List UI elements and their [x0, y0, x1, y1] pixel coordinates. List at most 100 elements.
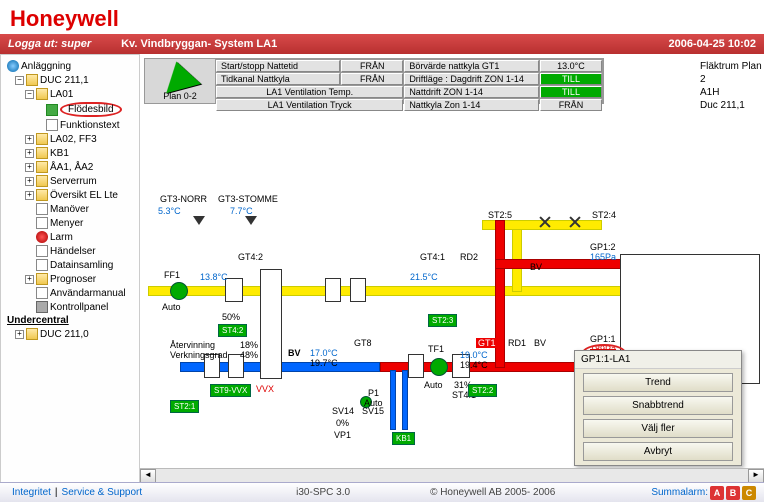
- folder-icon: [26, 328, 38, 340]
- val-gt8-2: 19.7°C: [310, 358, 338, 368]
- pipe-cool: [390, 370, 396, 430]
- logout-link[interactable]: Logga ut: super: [8, 38, 91, 50]
- hdr-cell[interactable]: Börvärde nattkyla GT1: [404, 60, 539, 72]
- tree-menyer[interactable]: Menyer: [50, 218, 83, 229]
- gear-icon: [36, 301, 48, 313]
- hdr-val: 13.0°C: [540, 60, 602, 72]
- version-text: i30-SPC 3.0: [296, 487, 350, 498]
- lbl-rd2: RD2: [460, 252, 478, 262]
- folder-icon: [36, 147, 48, 159]
- scroll-right-icon[interactable]: ►: [748, 469, 764, 483]
- hdr-cell[interactable]: Driftläge : Dagdrift ZON 1-14: [404, 73, 539, 85]
- hdr-cell[interactable]: Nattdrift ZON 1-14: [404, 86, 539, 98]
- tree-kb1[interactable]: KB1: [50, 148, 69, 159]
- tree-la01[interactable]: LA01: [50, 89, 73, 100]
- tree-datainsamling[interactable]: Datainsamling: [50, 260, 113, 271]
- datetime: 2006-04-25 10:02: [669, 38, 756, 50]
- service-link[interactable]: Service & Support: [62, 487, 143, 498]
- val-gt3norr: 5.3°C: [158, 206, 181, 216]
- lbl-auto: Auto: [162, 302, 181, 312]
- lbl-bv3: BV: [530, 262, 542, 272]
- tree-root[interactable]: Anläggning: [21, 61, 71, 72]
- snabbtrend-button[interactable]: Snabbtrend: [583, 396, 732, 415]
- alarm-badge-c[interactable]: C: [742, 486, 756, 500]
- tree-larm[interactable]: Larm: [50, 232, 73, 243]
- lbl-gt1: GT1: [476, 338, 498, 348]
- hdr-val: FRÅN: [341, 60, 403, 72]
- tree-manual[interactable]: Användarmanual: [50, 288, 126, 299]
- val-pct48: 48%: [240, 350, 258, 360]
- damper[interactable]: [350, 278, 366, 302]
- trend-button[interactable]: Trend: [583, 373, 732, 392]
- expand-icon[interactable]: +: [25, 275, 34, 284]
- expand-icon[interactable]: +: [25, 163, 34, 172]
- diagram-canvas: Plan 0-2 Start/stopp NattetidFRÅNBörvärd…: [140, 54, 764, 484]
- valve-icon[interactable]: [568, 214, 582, 228]
- collapse-icon[interactable]: −: [25, 90, 34, 99]
- collapse-icon[interactable]: −: [15, 76, 24, 85]
- flow-icon: [46, 104, 58, 116]
- fan-tf1[interactable]: [430, 358, 448, 376]
- context-menu: GP1:1-LA1 Trend Snabbtrend Välj fler Avb…: [574, 350, 742, 466]
- avbryt-button[interactable]: Avbryt: [583, 442, 732, 461]
- folder-icon: [36, 133, 48, 145]
- nav-tree[interactable]: Anläggning −DUC 211,1 −LA01 Flödesbild F…: [0, 54, 140, 484]
- lbl-gt8: GT8: [354, 338, 372, 348]
- damper[interactable]: [408, 354, 424, 378]
- tree-kontroll[interactable]: Kontrollpanel: [50, 302, 108, 313]
- hdr-val: TILL: [540, 86, 602, 98]
- fan-ff1[interactable]: [170, 282, 188, 300]
- hdr-cell[interactable]: Tidkanal Nattkyla: [216, 73, 340, 85]
- tree-flodesbild[interactable]: Flödesbild: [60, 102, 122, 117]
- lbl-gp11: GP1:1: [590, 334, 616, 344]
- hdr-cell[interactable]: LA1 Ventilation Tryck: [216, 99, 403, 111]
- expand-icon[interactable]: +: [25, 177, 34, 186]
- alarm-badge-a[interactable]: A: [710, 486, 724, 500]
- tree-prognoser[interactable]: Prognoser: [50, 274, 96, 285]
- lbl-gt42: GT4:2: [238, 252, 263, 262]
- val-gt42: 13.8°C: [200, 272, 228, 282]
- expand-icon[interactable]: +: [15, 330, 24, 339]
- expand-icon[interactable]: +: [25, 191, 34, 200]
- info-text: Fläktrum Plan 2A1HDuc 211,1: [700, 60, 764, 112]
- lbl-verkn: Verkningsgrad: [170, 350, 228, 360]
- lbl-sv14: SV14: [332, 406, 354, 416]
- page-icon: [36, 203, 48, 215]
- tree-manover[interactable]: Manöver: [50, 204, 89, 215]
- lbl-aterv: Återvinning: [170, 340, 215, 350]
- expand-icon[interactable]: +: [25, 149, 34, 158]
- alarm-badge-b[interactable]: B: [726, 486, 740, 500]
- heat-exchanger[interactable]: [260, 269, 282, 379]
- hdr-cell[interactable]: Start/stopp Nattetid: [216, 60, 340, 72]
- tree-oversikt[interactable]: Översikt EL Lte: [50, 190, 118, 201]
- tree-funktionstext[interactable]: Funktionstext: [60, 120, 119, 131]
- tree-handelser[interactable]: Händelser: [50, 246, 96, 257]
- lbl-gt41: GT4:1: [420, 252, 445, 262]
- tree-aa[interactable]: ÅA1, ÅA2: [50, 162, 93, 173]
- val-pct50: 50%: [222, 312, 240, 322]
- val-gt1-2: 19.4°C: [460, 360, 488, 370]
- lbl-tf1: TF1: [428, 344, 444, 354]
- tree-duc2[interactable]: DUC 211,0: [40, 329, 89, 340]
- lbl-auto3: Auto: [424, 380, 443, 390]
- brand-logo: Honeywell: [0, 0, 764, 34]
- hdr-cell[interactable]: Nattkyla Zon 1-14: [404, 99, 539, 111]
- hdr-cell[interactable]: LA1 Ventilation Temp.: [216, 86, 403, 98]
- tree-undercentral[interactable]: Undercentral: [7, 315, 69, 326]
- damper[interactable]: [325, 278, 341, 302]
- tree-duc[interactable]: DUC 211,1: [40, 75, 89, 86]
- expand-icon[interactable]: +: [25, 135, 34, 144]
- page-icon: [36, 259, 48, 271]
- page-icon: [46, 119, 58, 131]
- tree-la02[interactable]: LA02, FF3: [50, 134, 97, 145]
- pipe-supply: [512, 224, 522, 292]
- folder-icon: [36, 189, 48, 201]
- scroll-left-icon[interactable]: ◄: [140, 469, 156, 483]
- valve-icon[interactable]: [538, 214, 552, 228]
- valj-fler-button[interactable]: Välj fler: [583, 419, 732, 438]
- lbl-bv: BV: [288, 348, 301, 358]
- tree-serverrum[interactable]: Serverrum: [50, 176, 97, 187]
- integritet-link[interactable]: Integritet: [12, 487, 51, 498]
- summalarm-label: Summalarm:: [651, 487, 708, 498]
- folder-icon: [36, 88, 48, 100]
